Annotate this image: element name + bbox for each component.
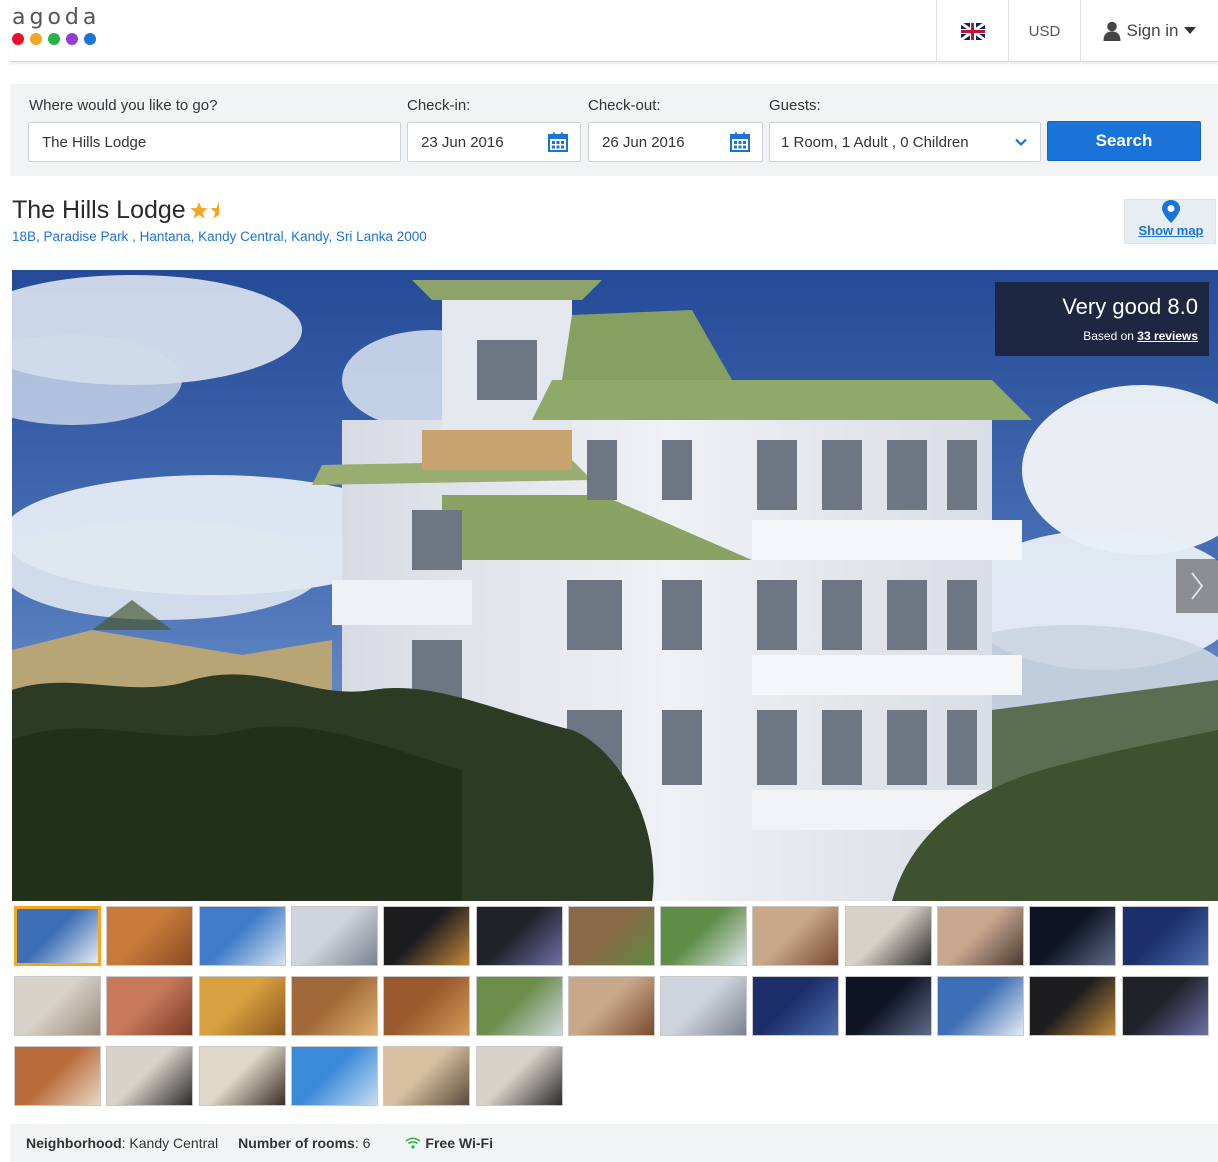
rooms-label: Number of rooms xyxy=(238,1135,355,1151)
based-on-label: Based on xyxy=(1083,329,1134,343)
checkin-label: Check-in: xyxy=(407,97,471,114)
rooms-fact: Number of rooms: 6 xyxy=(238,1135,370,1151)
logo-dot xyxy=(12,33,24,45)
currency-selector[interactable]: USD xyxy=(1008,0,1080,62)
photo-thumbnail[interactable] xyxy=(1029,906,1116,966)
photo-thumbnail[interactable] xyxy=(14,1046,101,1106)
chevron-right-icon xyxy=(1191,572,1204,600)
photo-thumbnail[interactable] xyxy=(937,976,1024,1036)
wifi-label: Free Wi-Fi xyxy=(425,1135,493,1151)
photo-thumbnail[interactable] xyxy=(199,906,286,966)
calendar-icon[interactable] xyxy=(548,132,568,152)
signin-label: Sign in xyxy=(1126,21,1179,40)
checkout-value: 26 Jun 2016 xyxy=(602,133,685,151)
language-selector[interactable] xyxy=(936,0,1008,62)
photo-thumbnail[interactable] xyxy=(199,976,286,1036)
hotel-main-photo[interactable]: Very good 8.0 Based on 33 reviews xyxy=(12,270,1218,901)
photo-thumbnail[interactable] xyxy=(476,976,563,1036)
photo-thumbnail[interactable] xyxy=(660,906,747,966)
show-map-label: Show map xyxy=(1138,223,1204,238)
logo-dot xyxy=(30,33,42,45)
neighborhood-value: : Kandy Central xyxy=(121,1135,219,1151)
hotel-name: The Hills Lodge xyxy=(12,196,186,224)
rooms-value: : 6 xyxy=(354,1135,371,1151)
review-score: Very good 8.0 xyxy=(1062,294,1198,319)
calendar-icon[interactable] xyxy=(730,132,750,152)
destination-label: Where would you like to go? xyxy=(29,97,218,114)
photo-thumbnail[interactable] xyxy=(14,906,101,966)
neighborhood-label: Neighborhood xyxy=(26,1135,122,1151)
destination-input[interactable]: The Hills Lodge xyxy=(28,122,401,162)
logo-text: agoda xyxy=(12,5,101,30)
photo-thumbnail[interactable] xyxy=(106,906,193,966)
photo-thumbnail[interactable] xyxy=(937,906,1024,966)
photo-thumbnail[interactable] xyxy=(383,976,470,1036)
photo-thumbnail[interactable] xyxy=(291,1046,378,1106)
photo-thumbnail[interactable] xyxy=(1122,976,1209,1036)
photo-thumbnail[interactable] xyxy=(106,976,193,1036)
logo-dot xyxy=(66,33,78,45)
guests-value: 1 Room, 1 Adult , 0 Children xyxy=(781,133,969,151)
photo-thumbnail[interactable] xyxy=(291,976,378,1036)
guests-label: Guests: xyxy=(769,97,821,114)
review-score-box[interactable]: Very good 8.0 Based on 33 reviews xyxy=(995,282,1209,356)
checkout-field[interactable]: 26 Jun 2016 xyxy=(588,122,763,162)
photo-thumbnail[interactable] xyxy=(845,976,932,1036)
star-rating-icon xyxy=(190,201,219,218)
checkout-label: Check-out: xyxy=(588,97,661,114)
photo-thumbnail[interactable] xyxy=(291,906,378,966)
photo-thumbnail[interactable] xyxy=(383,1046,470,1106)
hotel-address-link[interactable]: 18B, Paradise Park , Hantana, Kandy Cent… xyxy=(12,229,427,244)
photo-thumbnail[interactable] xyxy=(845,906,932,966)
photo-thumbnail[interactable] xyxy=(199,1046,286,1106)
photo-thumbnail[interactable] xyxy=(106,1046,193,1106)
top-header: agoda USD Sign in xyxy=(10,0,1218,62)
next-photo-button[interactable] xyxy=(1176,559,1218,613)
photo-thumbnail[interactable] xyxy=(660,976,747,1036)
caret-down-icon xyxy=(1184,27,1197,34)
photo-thumbnail[interactable] xyxy=(476,1046,563,1106)
checkin-field[interactable]: 23 Jun 2016 xyxy=(407,122,581,162)
destination-value: The Hills Lodge xyxy=(42,133,147,151)
search-panel: Where would you like to go? The Hills Lo… xyxy=(10,84,1218,176)
hotel-building-photo xyxy=(12,270,1218,901)
show-map-button[interactable]: Show map xyxy=(1124,199,1216,244)
photo-thumbnail[interactable] xyxy=(383,906,470,966)
search-button[interactable]: Search xyxy=(1047,121,1201,161)
chevron-down-icon xyxy=(1015,138,1027,147)
hotel-facts-bar: Neighborhood: Kandy Central Number of ro… xyxy=(10,1124,1218,1162)
photo-thumbnail[interactable] xyxy=(14,976,101,1036)
photo-thumbnail[interactable] xyxy=(752,906,839,966)
photo-thumbnail[interactable] xyxy=(476,906,563,966)
header-actions: USD Sign in xyxy=(936,0,1218,62)
neighborhood-fact: Neighborhood: Kandy Central xyxy=(26,1135,218,1151)
reviews-link[interactable]: 33 reviews xyxy=(1137,329,1198,343)
photo-thumbnail[interactable] xyxy=(1029,976,1116,1036)
logo-dot xyxy=(48,33,60,45)
wifi-fact: Free Wi-Fi xyxy=(405,1135,493,1151)
logo-dots xyxy=(12,33,100,45)
agoda-logo[interactable]: agoda xyxy=(12,6,100,45)
checkin-value: 23 Jun 2016 xyxy=(421,133,504,151)
photo-thumbnail[interactable] xyxy=(1122,906,1209,966)
map-pin-icon xyxy=(1162,200,1180,223)
wifi-icon xyxy=(405,1137,421,1149)
guests-select[interactable]: 1 Room, 1 Adult , 0 Children xyxy=(769,122,1041,162)
hotel-title: The Hills Lodge xyxy=(12,196,228,225)
user-icon xyxy=(1103,21,1120,41)
photo-thumbnail[interactable] xyxy=(752,976,839,1036)
photo-thumbnail[interactable] xyxy=(568,976,655,1036)
photo-thumbnail[interactable] xyxy=(568,906,655,966)
uk-flag-icon xyxy=(960,22,985,40)
signin-button[interactable]: Sign in xyxy=(1080,0,1218,62)
logo-dot xyxy=(84,33,96,45)
review-count: Based on 33 reviews xyxy=(1083,329,1198,343)
